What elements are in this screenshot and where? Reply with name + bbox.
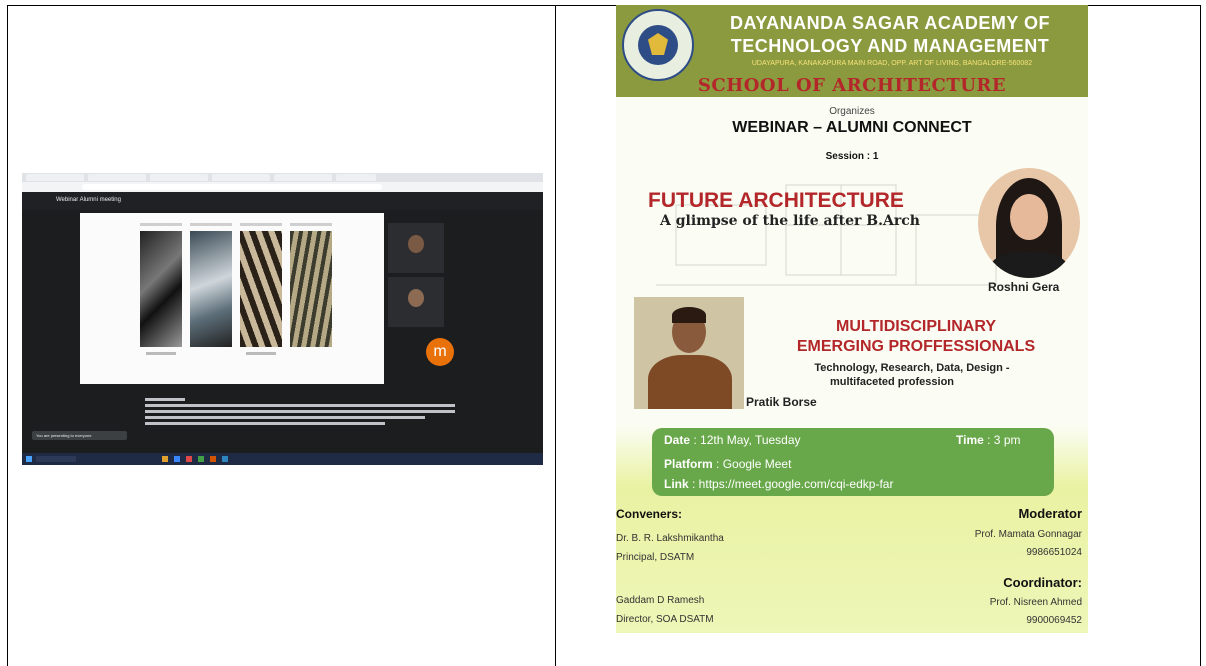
- browser-tab: [336, 174, 376, 181]
- browser-url-bar: [22, 182, 543, 192]
- address-field: [82, 184, 382, 190]
- session-number: Session : 1: [825, 151, 879, 162]
- edge-icon[interactable]: [174, 456, 180, 462]
- slide-photo-structure: [240, 231, 282, 347]
- slide-caption: [246, 352, 276, 355]
- speaker1-name: Roshni Gera: [988, 280, 1060, 294]
- college-name-line2: TECHNOLOGY AND MANAGEMENT: [730, 36, 1050, 56]
- participant-face: [408, 235, 424, 253]
- chat-message: [145, 398, 455, 454]
- moderator-heading: Moderator: [1018, 506, 1082, 521]
- organizes-text: Organizes: [829, 106, 875, 117]
- event-platform: Platform : Google Meet: [664, 457, 792, 471]
- speaker1-photo: [978, 168, 1080, 278]
- convener1-role: Principal, DSATM: [616, 552, 695, 563]
- browser-tab: [274, 174, 332, 181]
- webinar-poster: DAYANANDA SAGAR ACADEMY OF TECHNOLOGY AN…: [616, 5, 1088, 633]
- browser-tab: [88, 174, 146, 181]
- speaker2-name: Pratik Borse: [746, 395, 817, 409]
- convener1-name: Dr. B. R. Lakshmikantha: [616, 533, 724, 544]
- table-column-divider: [555, 5, 556, 666]
- talk1-subtitle: A glimpse of the life after B.Arch: [660, 213, 920, 229]
- windows-taskbar: [22, 453, 543, 465]
- start-icon[interactable]: [26, 456, 32, 462]
- presenting-banner[interactable]: You are presenting to everyone: [32, 431, 127, 440]
- slide-label: [140, 223, 182, 226]
- browser-tab: [26, 174, 84, 181]
- participant-video-tile[interactable]: [388, 223, 444, 273]
- browser-tab: [212, 174, 270, 181]
- coordinator-heading: Coordinator:: [1003, 575, 1082, 590]
- participant-avatar[interactable]: m: [426, 338, 454, 366]
- college-emblem-icon: [622, 9, 694, 81]
- browser-tab: [150, 174, 208, 181]
- talk2-title-line1: MULTIDISCIPLINARY: [836, 318, 996, 335]
- slide-label: [290, 223, 332, 226]
- meeting-title: Webinar Alumni meeting: [56, 197, 121, 203]
- participant-face: [408, 289, 424, 307]
- event-time: Time : 3 pm: [956, 433, 1021, 447]
- college-name-line1: DAYANANDA SAGAR ACADEMY OF: [729, 13, 1051, 33]
- coordinator-phone: 9900069452: [1026, 615, 1082, 626]
- participant-video-tile[interactable]: [388, 277, 444, 327]
- coordinator-name: Prof. Nisreen Ahmed: [989, 597, 1082, 608]
- meeting-screenshot: Webinar Alumni meeting m You are present…: [22, 173, 543, 465]
- slide-photo-facade: [290, 231, 332, 347]
- convener2-role: Director, SOA DSATM: [616, 614, 714, 625]
- talk2-subtitle-line1: Technology, Research, Data, Design -: [814, 362, 1010, 374]
- convener2-name: Gaddam D Ramesh: [616, 595, 705, 606]
- slide-photo-tree: [140, 231, 182, 347]
- app-icon[interactable]: [222, 456, 228, 462]
- conveners-heading: Conveners:: [616, 507, 683, 521]
- browser-tab-strip: [22, 173, 543, 182]
- chrome-icon[interactable]: [198, 456, 204, 462]
- app-icon[interactable]: [186, 456, 192, 462]
- event-date: Date : 12th May, Tuesday: [664, 433, 801, 447]
- slide-caption: [146, 352, 176, 355]
- app-icon[interactable]: [210, 456, 216, 462]
- talk2-title-line2: EMERGING PROFFESSIONALS: [796, 338, 1036, 355]
- meet-top-bar: Webinar Alumni meeting: [22, 192, 543, 210]
- college-address: UDAYAPURA, KANAKAPURA MAIN ROAD, OPP. AR…: [751, 60, 1033, 67]
- event-link[interactable]: Link : https://meet.google.com/cqi-edkp-…: [664, 477, 893, 491]
- slide-label: [240, 223, 282, 226]
- search-box[interactable]: [36, 456, 76, 462]
- moderator-name: Prof. Mamata Gonnagar: [974, 529, 1082, 540]
- folder-icon[interactable]: [162, 456, 168, 462]
- speaker2-photo: [634, 297, 744, 409]
- moderator-phone: 9986651024: [1026, 547, 1082, 558]
- slide-label: [190, 223, 232, 226]
- slide-photo-building: [190, 231, 232, 347]
- talk2-subtitle-line2: multifaceted profession: [829, 376, 955, 388]
- shared-slide: [80, 213, 384, 384]
- talk1-title: FUTURE ARCHITECTURE: [648, 189, 904, 212]
- webinar-title: WEBINAR – ALUMNI CONNECT: [732, 119, 972, 136]
- school-name: SCHOOL OF ARCHITECTURE: [697, 75, 1007, 96]
